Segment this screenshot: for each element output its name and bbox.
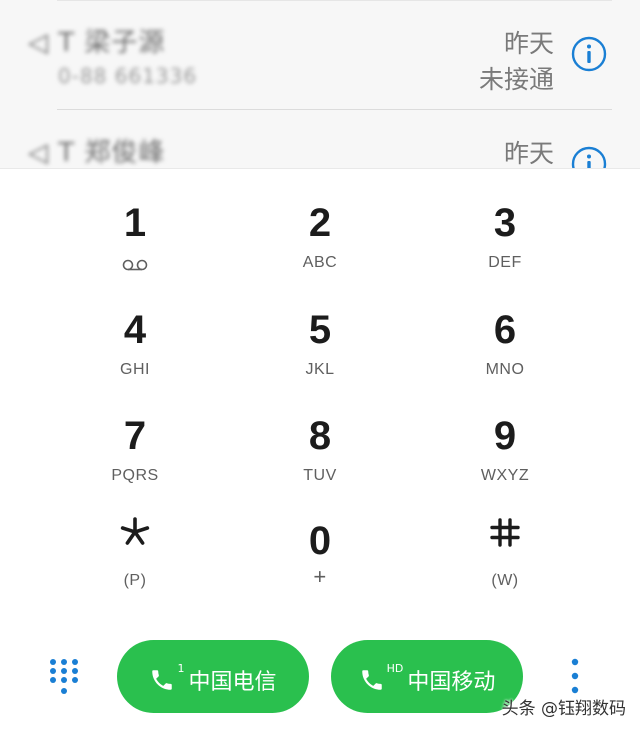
key-digit: 2 [308, 201, 332, 245]
dialpad-key-1[interactable]: 1 [60, 169, 210, 271]
phone-icon [361, 670, 382, 691]
key-letters: + [313, 564, 327, 589]
call-log-row[interactable]: ◁ T 梁子源 0-88 661336 昨天 未接通 [0, 0, 640, 110]
call-button-sim1[interactable]: 1中国电信 [117, 640, 309, 713]
hash-icon [490, 518, 520, 547]
info-icon[interactable] [571, 146, 607, 168]
dialpad-key-4[interactable]: 4 GHI [60, 276, 210, 378]
carrier-label: 中国电信 [188, 669, 277, 695]
key-digit: 5 [308, 308, 332, 352]
key-letters: GHI [120, 361, 150, 378]
call-status: 未接通 [478, 65, 554, 94]
more-options-icon[interactable] [569, 658, 581, 694]
dialpad-key-8[interactable]: 8 TUV [245, 382, 395, 484]
dialpad-key-7[interactable]: 7 PQRS [60, 382, 210, 484]
call-date: 昨天 [503, 29, 554, 58]
key-letters: TUV [303, 467, 337, 484]
dialpad-key-star[interactable]: (P) [60, 487, 210, 589]
key-digit: 0 [308, 519, 332, 563]
key-letters: DEF [488, 254, 522, 271]
contact-name: ◁ T 梁子源 [28, 28, 166, 58]
call-date: 昨天 [503, 139, 554, 168]
carrier-label: 中国移动 [407, 669, 496, 695]
contact-name: ◁ T 郑俊峰 [28, 138, 166, 168]
key-digit: 3 [493, 201, 517, 245]
key-letters: (P) [123, 572, 147, 589]
dialpad-key-6[interactable]: 6 MNO [430, 276, 580, 378]
asterisk-icon [120, 517, 150, 545]
key-letters: PQRS [111, 467, 159, 484]
call-log-row[interactable]: ◁ T 郑俊峰 昨天 [0, 110, 640, 168]
sim-badge: 1 [177, 662, 185, 675]
hd-badge: HD [386, 662, 404, 675]
dialpad-key-3[interactable]: 3 DEF [430, 169, 580, 271]
key-letters: ABC [302, 254, 338, 271]
key-digit: 9 [493, 414, 517, 458]
key-letters: JKL [305, 361, 335, 378]
bottom-bar: 1中国电信 HD中国移动 头条 @钰翔数码 [0, 628, 640, 729]
voicemail-icon [122, 259, 148, 271]
contact-number: 0-88 661336 [58, 64, 198, 88]
key-letters: (W) [491, 572, 519, 589]
phone-icon [152, 670, 173, 691]
info-icon[interactable] [571, 36, 607, 72]
dialpad-key-2[interactable]: 2 ABC [245, 169, 395, 271]
call-button-sim2[interactable]: HD中国移动 [331, 640, 523, 713]
dialpad-toggle-icon[interactable] [49, 658, 79, 696]
key-digit: 8 [308, 414, 332, 458]
dialpad-key-hash[interactable]: (W) [430, 487, 580, 589]
key-letters: WXYZ [480, 467, 530, 484]
dialpad-key-9[interactable]: 9 WXYZ [430, 382, 580, 484]
watermark: 头条 @钰翔数码 [501, 699, 626, 719]
dialpad-key-0[interactable]: 0 + [245, 487, 395, 589]
key-digit: 7 [123, 414, 147, 458]
key-digit: 6 [493, 308, 517, 352]
key-letters: MNO [485, 361, 525, 378]
dialpad-key-5[interactable]: 5 JKL [245, 276, 395, 378]
key-digit: 1 [123, 201, 147, 245]
dialpad: 1 2 ABC 3 DEF 4 GHI 5 JKL 6 MNO 7 PQRS 8… [0, 168, 640, 629]
call-log: ◁ T 梁子源 0-88 661336 昨天 未接通 ◁ T 郑俊峰 昨天 [0, 0, 640, 168]
key-digit: 4 [123, 308, 147, 352]
